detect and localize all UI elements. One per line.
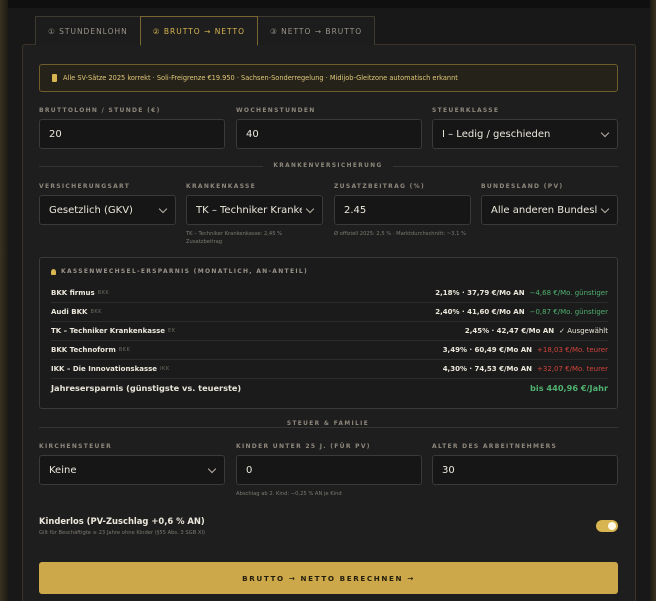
- kasse-delta: +18,03 €/Mo. teurer: [537, 346, 608, 354]
- kv-section-title: KRANKENVERSICHERUNG: [0, 163, 656, 169]
- kirchensteuer-value: Keine: [49, 464, 77, 476]
- lightbulb-icon: [51, 268, 56, 275]
- savings-total: Jahresersparnis (günstigste vs. teuerste…: [51, 383, 608, 393]
- notice-text: Alle SV-Sätze 2025 korrekt · Soli-Freigr…: [63, 74, 458, 82]
- calculate-button[interactable]: BRUTTO → NETTO BERECHNEN →: [39, 562, 618, 594]
- chevron-down-icon: [158, 204, 168, 214]
- kasse-values: 2,18% · 37,79 €/Mo AN: [435, 289, 525, 297]
- kasse-type: BKK: [118, 347, 131, 353]
- steuer-section-label: STEUER & FAMILIE: [276, 421, 380, 427]
- kasse-name: IKK – Die Innovationskasse: [51, 365, 158, 373]
- kirchensteuer-label: KIRCHENSTEUER: [39, 443, 113, 450]
- alter-label: ALTER DES ARBEITNEHMERS: [432, 443, 558, 450]
- kasse-type: EK: [168, 328, 176, 334]
- bundesland-label: BUNDESLAND (PV): [481, 183, 564, 190]
- kasse-type: IKK: [160, 366, 170, 372]
- kasse-delta: +32,07 €/Mo. teurer: [537, 365, 608, 373]
- mode-tabs: ① STUNDENLOHN ② BRUTTO → NETTO ③ NETTO →…: [35, 16, 376, 46]
- steuer-section-title: STEUER & FAMILIE: [0, 421, 656, 427]
- kirchensteuer-select[interactable]: Keine: [39, 455, 225, 485]
- kasse-type: BKK: [97, 290, 110, 296]
- bruttolohn-input[interactable]: 20: [39, 119, 225, 149]
- alter-input[interactable]: 30: [432, 455, 618, 485]
- kasse-selected-badge: ✓ Ausgewählt: [559, 327, 608, 335]
- bundesland-value: Alle anderen Bundesländer: [491, 204, 597, 216]
- kasse-name: BKK Technoform: [51, 346, 116, 354]
- krankenkasse-value: TK – Techniker Krankenkasse: [196, 204, 302, 216]
- toggle-knob: [608, 522, 616, 530]
- list-item: TK – Techniker Krankenkasse EK 2,45% · 42…: [51, 322, 608, 341]
- tab-stundenlohn[interactable]: ① STUNDENLOHN: [35, 16, 141, 45]
- list-item: Audi BKK BKK 2,40% · 41,60 €/Mo AN −0,87 €…: [51, 303, 608, 322]
- kasse-name: Audi BKK: [51, 308, 88, 316]
- versicherungsart-value: Gesetzlich (GKV): [49, 204, 133, 216]
- bruttolohn-value: 20: [49, 128, 62, 140]
- list-item: IKK – Die Innovationskasse IKK 4,30% · 74…: [51, 360, 608, 379]
- kasse-name: TK – Techniker Krankenkasse: [51, 327, 166, 335]
- kinderlos-toggle[interactable]: [596, 520, 618, 532]
- tab-brutto-netto[interactable]: ② BRUTTO → NETTO: [139, 16, 258, 46]
- krankenkasse-label: KRANKENKASSE: [186, 183, 257, 190]
- right-edge-decoration: [650, 0, 656, 601]
- chevron-down-icon: [207, 464, 217, 474]
- tab-netto-brutto[interactable]: ③ NETTO → BRUTTO: [256, 16, 376, 45]
- kinderlos-title: Kinderlos (PV-Zuschlag +0,6 % AN): [39, 516, 205, 526]
- kinder-label: KINDER UNTER 25 J. (FÜR PV): [236, 443, 371, 450]
- savings-title-text: KASSENWECHSEL-ERSPARNIS (MONATLICH, AN-A…: [61, 268, 309, 275]
- kasse-values: 2,45% · 42,47 €/Mo AN: [464, 327, 555, 335]
- steuer-divider: [39, 427, 618, 428]
- krankenkasse-hint: TK – Techniker Krankenkasse: 2,45 % Zusat…: [186, 230, 282, 246]
- window-top-bar: [0, 0, 656, 8]
- savings-total-label: Jahresersparnis (günstigste vs. teuerste…: [51, 383, 242, 393]
- kasse-delta: −4,68 €/Mo. günstiger: [529, 289, 608, 297]
- chevron-down-icon: [600, 204, 610, 214]
- versicherungsart-label: VERSICHERUNGSART: [39, 183, 131, 190]
- krankenkasse-hint-line2: Zusatzbeitrag: [186, 239, 223, 245]
- savings-panel: KASSENWECHSEL-ERSPARNIS (MONATLICH, AN-A…: [39, 257, 618, 409]
- info-notice: Alle SV-Sätze 2025 korrekt · Soli-Freigr…: [39, 64, 618, 92]
- kinderlos-subtitle: Gilt für Beschäftigte ≥ 23 Jahre ohne Ki…: [39, 530, 206, 536]
- list-item: BKK Technoform BKK 3,49% · 60,49 €/Mo AN +…: [51, 341, 608, 360]
- list-item: BKK firmus BKK 2,18% · 37,79 €/Mo AN −4,68…: [51, 284, 608, 303]
- alter-value: 30: [442, 464, 455, 476]
- kinder-input[interactable]: 0: [236, 455, 422, 485]
- kinder-value: 0: [246, 464, 253, 476]
- krankenkasse-hint-line1: TK – Techniker Krankenkasse: 2,45 %: [186, 231, 283, 237]
- chevron-down-icon: [305, 204, 315, 214]
- kasse-delta: −0,87 €/Mo. günstiger: [529, 308, 608, 316]
- zusatzbeitrag-label: ZUSATZBEITRAG (%): [334, 183, 426, 190]
- zusatzbeitrag-hint: Ø offiziell 2025: 2,5 % · Marktdurchschn…: [334, 231, 466, 237]
- wochenstunden-label: WOCHENSTUNDEN: [236, 107, 316, 114]
- kasse-values: 2,40% · 41,60 €/Mo AN: [435, 308, 525, 316]
- left-edge-decoration: [0, 0, 8, 601]
- kasse-values: 3,49% · 60,49 €/Mo AN: [442, 346, 532, 354]
- steuerklasse-select[interactable]: I – Ledig / geschieden: [432, 119, 618, 149]
- savings-title: KASSENWECHSEL-ERSPARNIS (MONATLICH, AN-A…: [51, 268, 308, 275]
- savings-total-value: bis 440,96 €/Jahr: [530, 383, 608, 393]
- kasse-name: BKK firmus: [51, 289, 95, 297]
- krankenkasse-select[interactable]: TK – Techniker Krankenkasse: [186, 195, 323, 225]
- zusatzbeitrag-value: 2.45: [344, 204, 367, 216]
- kasse-values: 4,30% · 74,53 €/Mo AN: [442, 365, 532, 373]
- kinder-hint: Abschlag ab 2. Kind: −0,25 % AN je Kind: [236, 491, 342, 497]
- clipboard-icon: [52, 74, 57, 82]
- steuerklasse-label: STEUERKLASSE: [432, 107, 500, 114]
- steuerklasse-value: I – Ledig / geschieden: [442, 128, 551, 140]
- bundesland-select[interactable]: Alle anderen Bundesländer: [481, 195, 618, 225]
- wochenstunden-value: 40: [246, 128, 259, 140]
- versicherungsart-select[interactable]: Gesetzlich (GKV): [39, 195, 176, 225]
- bruttolohn-label: BRUTTOLOHN / STUNDE (€): [39, 107, 161, 114]
- kv-section-label: KRANKENVERSICHERUNG: [263, 163, 393, 169]
- zusatzbeitrag-input[interactable]: 2.45: [334, 195, 471, 225]
- wochenstunden-input[interactable]: 40: [236, 119, 422, 149]
- kasse-type: BKK: [90, 309, 102, 315]
- chevron-down-icon: [600, 128, 610, 138]
